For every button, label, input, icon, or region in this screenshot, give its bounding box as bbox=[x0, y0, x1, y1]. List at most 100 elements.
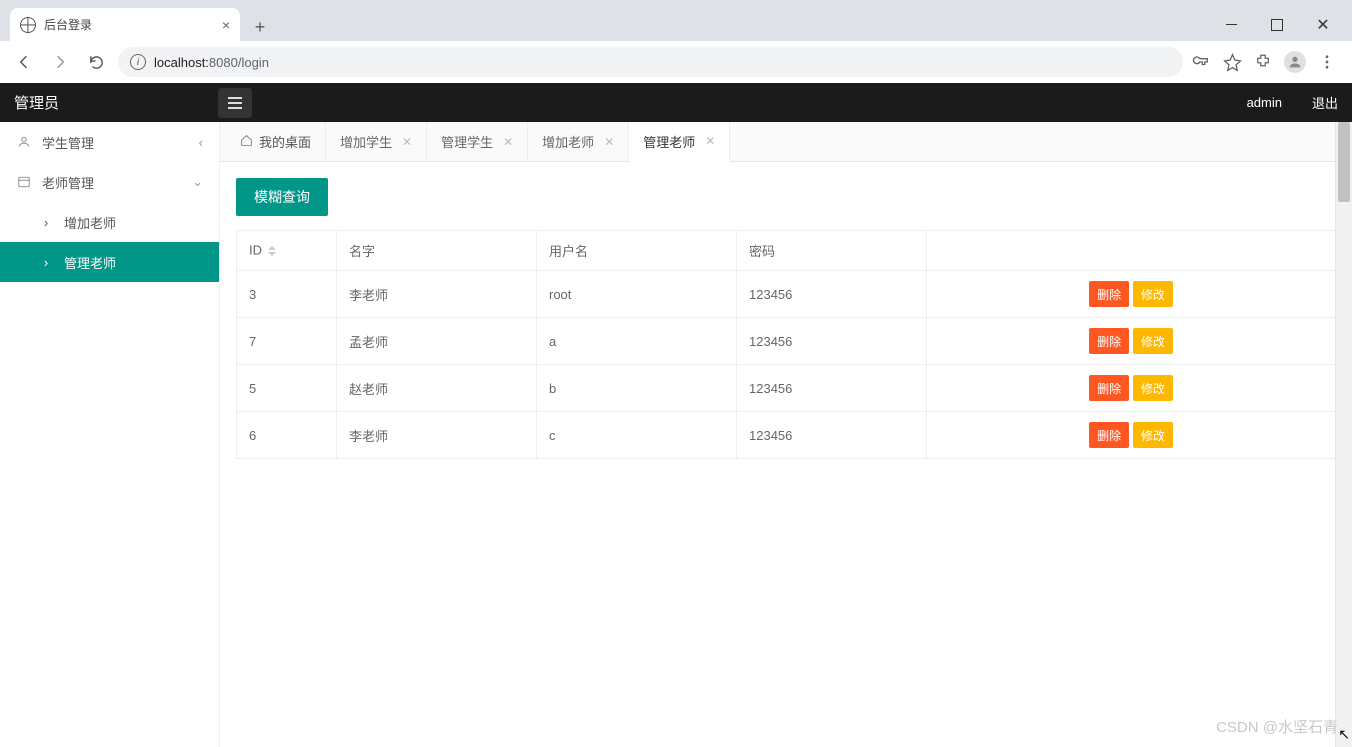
close-icon[interactable]: × bbox=[222, 17, 230, 33]
delete-button[interactable]: 删除 bbox=[1089, 281, 1129, 307]
chevron-down-icon: ⌄ bbox=[192, 174, 203, 190]
sidebar: 学生管理 ‹ 老师管理 ⌄ › 增加老师 › 管理老师 bbox=[0, 122, 220, 747]
profile-icon[interactable] bbox=[1284, 51, 1306, 73]
site-info-icon[interactable]: i bbox=[130, 54, 146, 70]
address-input[interactable]: i localhost:8080/login bbox=[118, 47, 1183, 77]
cell-id: 7 bbox=[237, 318, 337, 365]
new-tab-button[interactable]: + bbox=[246, 13, 274, 41]
tab-home[interactable]: 我的桌面 bbox=[226, 122, 326, 161]
cell-password: 123456 bbox=[737, 271, 927, 318]
tab-add-teacher[interactable]: 增加老师 ✕ bbox=[528, 122, 629, 161]
tab-manage-teacher[interactable]: 管理老师 ✕ bbox=[629, 122, 730, 162]
main-content: 我的桌面 增加学生 ✕ 管理学生 ✕ 增加老师 ✕ 管理老师 ✕ 模糊查询 bbox=[220, 122, 1352, 747]
sidebar-subitem-manage-teacher[interactable]: › 管理老师 bbox=[0, 242, 219, 282]
table-row: 6李老师c123456删除 修改 bbox=[237, 412, 1336, 459]
close-icon[interactable]: ✕ bbox=[705, 134, 715, 148]
cell-actions: 删除 修改 bbox=[927, 365, 1336, 412]
window-maximize-button[interactable] bbox=[1254, 10, 1300, 40]
close-icon[interactable]: ✕ bbox=[604, 135, 614, 149]
sidebar-toggle-button[interactable] bbox=[218, 88, 252, 118]
address-bar: i localhost:8080/login bbox=[0, 41, 1352, 83]
home-icon bbox=[240, 134, 253, 150]
browser-tab[interactable]: 后台登录 × bbox=[10, 8, 240, 41]
sidebar-item-label: 学生管理 bbox=[42, 133, 94, 152]
current-user[interactable]: admin bbox=[1247, 95, 1282, 110]
forward-button[interactable] bbox=[46, 48, 74, 76]
cell-name: 李老师 bbox=[337, 271, 537, 318]
edit-button[interactable]: 修改 bbox=[1133, 281, 1173, 307]
menu-dots-icon[interactable] bbox=[1318, 53, 1336, 71]
reload-button[interactable] bbox=[82, 48, 110, 76]
cell-username: root bbox=[537, 271, 737, 318]
teacher-table: ID 名字 用户名 密码 3李老师root123456删除 修改7孟老师a123… bbox=[236, 230, 1336, 459]
tab-add-student[interactable]: 增加学生 ✕ bbox=[326, 122, 427, 161]
delete-button[interactable]: 删除 bbox=[1089, 375, 1129, 401]
tab-manage-student[interactable]: 管理学生 ✕ bbox=[427, 122, 528, 161]
cell-username: b bbox=[537, 365, 737, 412]
browser-chrome: 后台登录 × + ✕ i localhost:8080/login bbox=[0, 0, 1352, 83]
key-icon[interactable] bbox=[1191, 52, 1211, 72]
logout-button[interactable]: 退出 bbox=[1312, 93, 1338, 112]
delete-button[interactable]: 删除 bbox=[1089, 422, 1129, 448]
tab-label: 增加老师 bbox=[542, 132, 594, 151]
back-button[interactable] bbox=[10, 48, 38, 76]
cell-actions: 删除 修改 bbox=[927, 318, 1336, 365]
cell-password: 123456 bbox=[737, 412, 927, 459]
sidebar-item-teachers[interactable]: 老师管理 ⌄ bbox=[0, 162, 219, 202]
list-icon bbox=[16, 175, 32, 189]
cell-name: 孟老师 bbox=[337, 318, 537, 365]
window-controls: ✕ bbox=[1208, 8, 1352, 41]
cell-actions: 删除 修改 bbox=[927, 271, 1336, 318]
th-id[interactable]: ID bbox=[237, 231, 337, 271]
th-password: 密码 bbox=[737, 231, 927, 271]
tab-label: 管理老师 bbox=[643, 132, 695, 151]
sidebar-subitem-add-teacher[interactable]: › 增加老师 bbox=[0, 202, 219, 242]
cell-id: 5 bbox=[237, 365, 337, 412]
sidebar-item-label: 管理老师 bbox=[64, 253, 116, 272]
delete-button[interactable]: 删除 bbox=[1089, 328, 1129, 354]
app-header: 管理员 admin 退出 bbox=[0, 83, 1352, 122]
edit-button[interactable]: 修改 bbox=[1133, 422, 1173, 448]
window-minimize-button[interactable] bbox=[1208, 10, 1254, 40]
cell-actions: 删除 修改 bbox=[927, 412, 1336, 459]
table-header-row: ID 名字 用户名 密码 bbox=[237, 231, 1336, 271]
cell-id: 3 bbox=[237, 271, 337, 318]
app-title: 管理员 bbox=[14, 92, 214, 113]
table-row: 5赵老师b123456删除 修改 bbox=[237, 365, 1336, 412]
window-close-button[interactable]: ✕ bbox=[1300, 10, 1346, 40]
th-actions bbox=[927, 231, 1336, 271]
table-row: 7孟老师a123456删除 修改 bbox=[237, 318, 1336, 365]
tab-label: 管理学生 bbox=[441, 132, 493, 151]
tab-panel: 模糊查询 ID 名字 用户名 密码 3李老师root123456删除 修改7孟老… bbox=[220, 162, 1352, 747]
globe-icon bbox=[20, 17, 36, 33]
tab-label: 增加学生 bbox=[340, 132, 392, 151]
fuzzy-search-button[interactable]: 模糊查询 bbox=[236, 178, 328, 216]
cell-password: 123456 bbox=[737, 365, 927, 412]
edit-button[interactable]: 修改 bbox=[1133, 375, 1173, 401]
user-icon bbox=[16, 135, 32, 149]
th-username: 用户名 bbox=[537, 231, 737, 271]
content-tab-bar: 我的桌面 增加学生 ✕ 管理学生 ✕ 增加老师 ✕ 管理老师 ✕ bbox=[220, 122, 1352, 162]
sort-icon bbox=[268, 242, 276, 260]
browser-tab-strip: 后台登录 × + ✕ bbox=[0, 0, 1352, 41]
th-name: 名字 bbox=[337, 231, 537, 271]
sidebar-item-students[interactable]: 学生管理 ‹ bbox=[0, 122, 219, 162]
scrollbar-thumb[interactable] bbox=[1338, 122, 1350, 202]
chevron-right-icon: › bbox=[38, 215, 54, 230]
vertical-scrollbar[interactable] bbox=[1335, 122, 1352, 747]
sidebar-item-label: 增加老师 bbox=[64, 213, 116, 232]
extensions-icon[interactable] bbox=[1254, 53, 1272, 71]
header-right: admin 退出 bbox=[1247, 93, 1338, 112]
close-icon[interactable]: ✕ bbox=[503, 135, 513, 149]
browser-actions bbox=[1191, 51, 1342, 73]
chevron-right-icon: › bbox=[38, 255, 54, 270]
app-layout: 学生管理 ‹ 老师管理 ⌄ › 增加老师 › 管理老师 我的桌面 bbox=[0, 122, 1352, 747]
star-icon[interactable] bbox=[1223, 53, 1242, 72]
close-icon[interactable]: ✕ bbox=[402, 135, 412, 149]
browser-tab-title: 后台登录 bbox=[44, 16, 92, 33]
edit-button[interactable]: 修改 bbox=[1133, 328, 1173, 354]
cell-username: c bbox=[537, 412, 737, 459]
sidebar-item-label: 老师管理 bbox=[42, 173, 94, 192]
table-row: 3李老师root123456删除 修改 bbox=[237, 271, 1336, 318]
url-text: localhost:8080/login bbox=[154, 55, 269, 70]
